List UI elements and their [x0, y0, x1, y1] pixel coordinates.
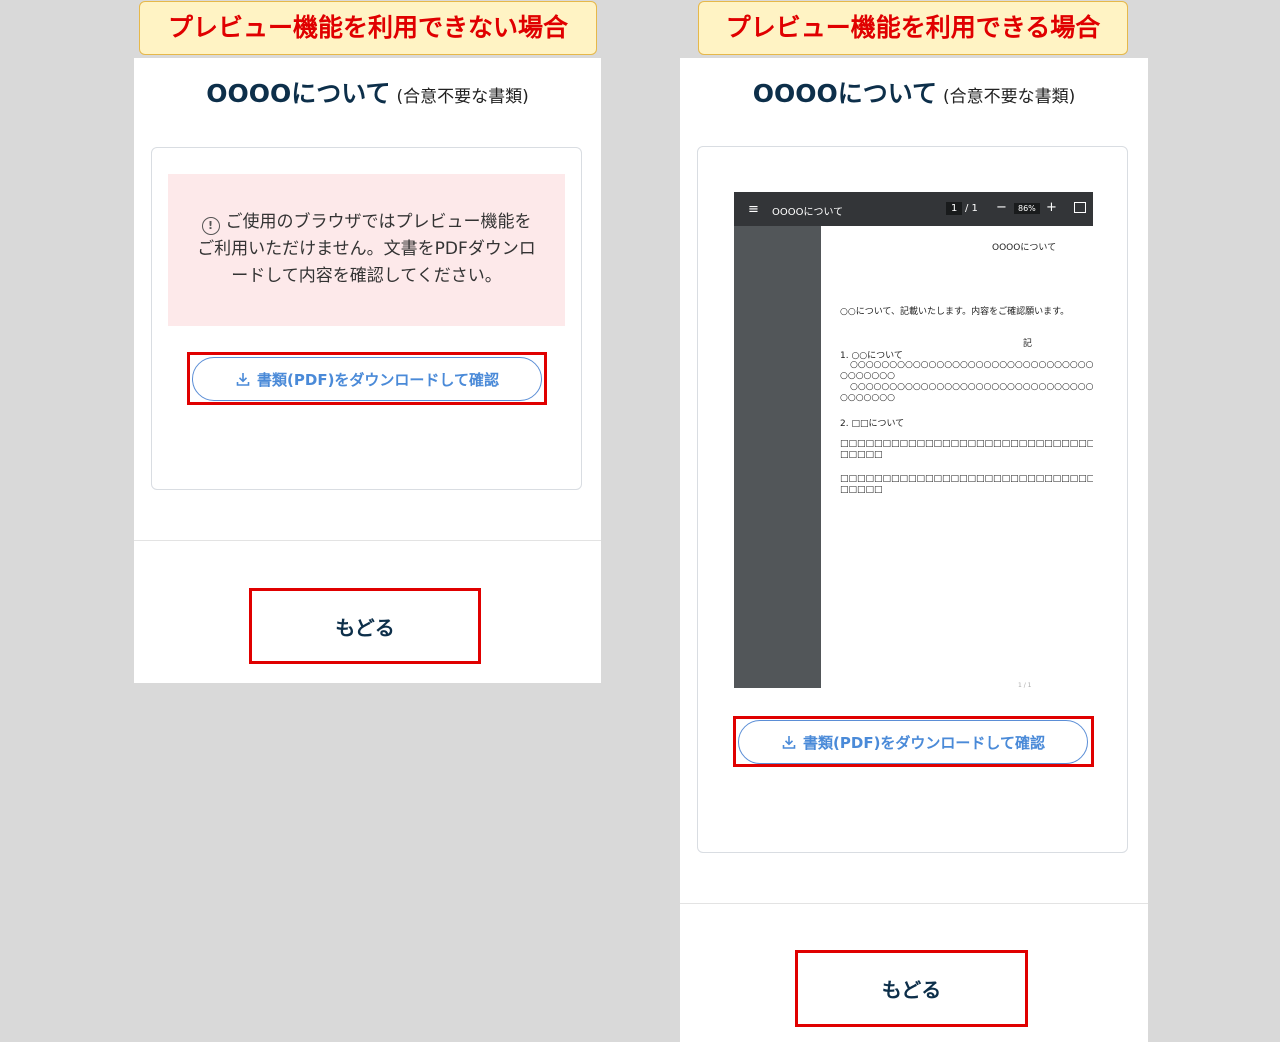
pdf-zoom[interactable]: 86%	[1014, 203, 1040, 214]
preview-unavailable-alert: ! ご使用のブラウザではプレビュー機能を ご利用いただけません。文書をPDFダウン…	[168, 174, 565, 326]
pdf-item1-line1: ○○○○○○○○○○○○○○○○○○○○○○○○○○○○○○○○	[850, 360, 1093, 370]
zoom-out-icon[interactable]: −	[996, 200, 1007, 215]
page-title-text: OOOOについて	[206, 79, 391, 108]
pdf-item2-line1: □□□□□□□□□□□□□□□□□□□□□□□□□□□□□□□□□□	[840, 439, 1093, 449]
pdf-item1-line3: ○○○○○○○○○○○○○○○○○○○○○○○○○○○○○○○○	[850, 382, 1093, 392]
fit-page-icon[interactable]	[1074, 202, 1086, 213]
pdf-page: OOOOについて ○○について、記載いたします。内容をご確認願います。 記 1.…	[824, 226, 1093, 688]
pdf-item2-line4: □□□□□	[840, 485, 883, 495]
pdf-item2-heading: 2. □□について	[840, 419, 905, 429]
download-icon	[782, 736, 796, 749]
pdf-sidebar	[734, 226, 821, 688]
pdf-footer-page: 1 / 1	[1018, 682, 1032, 689]
pdf-item2-line3: □□□□□□□□□□□□□□□□□□□□□□□□□□□□□□□□□□	[840, 474, 1093, 484]
label-preview-unavailable: プレビュー機能を利用できない場合	[139, 1, 597, 55]
footer-divider	[680, 903, 1148, 904]
page-title: OOOOについて (合意不要な書類)	[134, 74, 601, 110]
pdf-page-title: OOOOについて	[992, 243, 1057, 253]
exclamation-circle-icon: !	[201, 217, 220, 235]
download-pdf-label: 書類(PDF)をダウンロードして確認	[803, 733, 1045, 752]
pdf-doc-name: OOOOについて	[772, 207, 844, 218]
footer-divider	[134, 540, 601, 541]
pdf-page-total: / 1	[965, 203, 978, 214]
page-subtitle: (合意不要な書類)	[943, 87, 1076, 107]
back-button[interactable]: もどる	[798, 953, 1025, 1024]
document-card: ! ご使用のブラウザではプレビュー機能を ご利用いただけません。文書をPDFダウン…	[151, 147, 582, 490]
menu-icon[interactable]: ≡	[748, 202, 759, 217]
alert-line-2: ご利用いただけません。文書をPDFダウンロ	[197, 239, 536, 259]
alert-line-1: ! ご使用のブラウザではプレビュー機能を	[188, 209, 545, 236]
pdf-page-current[interactable]: 1	[946, 202, 963, 215]
zoom-in-icon[interactable]: +	[1046, 200, 1057, 215]
page-subtitle: (合意不要な書類)	[396, 87, 529, 107]
alert-line-3: ードして内容を確認してください。	[231, 266, 502, 286]
back-button[interactable]: もどる	[252, 591, 478, 661]
download-pdf-label: 書類(PDF)をダウンロードして確認	[257, 370, 499, 389]
download-icon	[236, 373, 250, 386]
page-title: OOOOについて (合意不要な書類)	[680, 74, 1148, 110]
download-pdf-button[interactable]: 書類(PDF)をダウンロードして確認	[192, 357, 542, 401]
pdf-preview[interactable]: ≡ OOOOについて 1 / 1 − 86% + OOOOについて ○○について…	[734, 192, 1093, 688]
download-pdf-button[interactable]: 書類(PDF)をダウンロードして確認	[738, 720, 1088, 764]
pdf-item1-line2: ○○○○○○○	[840, 371, 895, 381]
pdf-toolbar: ≡ OOOOについて 1 / 1 − 86% +	[734, 192, 1093, 226]
pdf-item1-line4: ○○○○○○○	[840, 393, 895, 403]
label-preview-available: プレビュー機能を利用できる場合	[698, 1, 1128, 55]
pdf-item2-line2: □□□□□	[840, 450, 883, 460]
pdf-ki: 記	[1023, 339, 1033, 349]
pdf-intro: ○○について、記載いたします。内容をご確認願います。	[840, 307, 1070, 317]
page-title-text: OOOOについて	[752, 79, 937, 108]
